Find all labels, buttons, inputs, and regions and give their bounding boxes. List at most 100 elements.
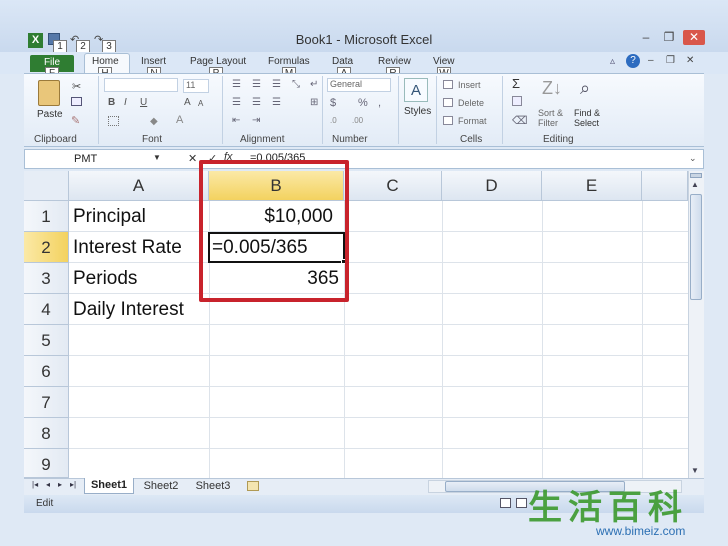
group-number: Number [332,134,368,145]
decrease-decimal-icon[interactable]: .00 [352,116,363,125]
scroll-up-icon[interactable]: ▲ [691,180,699,189]
sort-filter-icon[interactable]: Z↓ [542,78,562,99]
font-name-dropdown[interactable] [104,78,178,92]
styles-icon[interactable]: A [404,78,428,102]
tab-page-layout[interactable]: Page Layout [190,56,246,67]
format-cells-button[interactable]: Format [458,116,487,126]
merge-center-icon[interactable]: ⊞ [310,97,318,108]
decrease-indent-icon[interactable]: ⇤ [232,115,240,126]
row-header-8[interactable]: 8 [24,418,69,449]
minimize-ribbon-icon[interactable]: ▵ [610,56,615,67]
row-header-2[interactable]: 2 [24,232,69,263]
align-left-icon[interactable]: ☰ [232,97,241,108]
bold-button[interactable]: B [108,97,115,108]
minimize-button[interactable]: – [636,30,656,45]
borders-icon[interactable] [108,116,119,126]
delete-cells-icon[interactable] [443,98,453,107]
close-button[interactable]: ✕ [683,30,705,45]
bottom-align-icon[interactable]: ☰ [272,79,281,90]
cell-a4[interactable]: Daily Interest [73,294,184,325]
cell-a3[interactable]: Periods [73,263,137,294]
first-sheet-icon[interactable]: |◂ [32,480,38,489]
tab-data[interactable]: Data [332,56,353,67]
row-header-1[interactable]: 1 [24,201,69,232]
grow-font-icon[interactable]: A [184,97,191,108]
fill-color-icon[interactable]: ◆ [150,116,158,127]
scroll-thumb[interactable] [690,194,702,300]
cell-a1[interactable]: Principal [73,201,146,232]
row-header-4[interactable]: 4 [24,294,69,325]
row-header-9[interactable]: 9 [24,449,69,478]
help-icon[interactable]: ? [626,54,640,68]
sheet-tab-1[interactable]: Sheet1 [84,478,134,494]
increase-indent-icon[interactable]: ⇥ [252,115,260,126]
autosum-icon[interactable]: Σ [512,76,520,91]
name-box-dropdown-icon[interactable]: ▼ [153,153,161,162]
tab-view[interactable]: View [433,56,455,67]
normal-view-icon[interactable] [500,498,511,508]
workbook-restore-icon[interactable]: ❐ [666,55,675,66]
expand-formula-bar-icon[interactable]: ⌄ [689,153,697,164]
underline-button[interactable]: U [140,97,147,108]
sheet-tab-2[interactable]: Sheet2 [138,479,184,494]
copy-icon[interactable] [71,97,82,106]
percent-icon[interactable]: % [358,97,368,109]
row-header-7[interactable]: 7 [24,387,69,418]
insert-cells-icon[interactable] [443,80,453,89]
next-sheet-icon[interactable]: ▸ [58,480,62,489]
paste-button[interactable]: Paste [37,109,63,120]
split-box[interactable] [690,173,702,178]
sort-filter-button[interactable]: Sort & Filter [538,108,574,128]
prev-sheet-icon[interactable]: ◂ [46,480,50,489]
orientation-icon[interactable]: ⤡ [292,79,300,90]
italic-button[interactable]: I [124,97,127,108]
insert-cells-button[interactable]: Insert [458,80,481,90]
row-header-3[interactable]: 3 [24,263,69,294]
tab-insert[interactable]: Insert [141,56,166,67]
last-sheet-icon[interactable]: ▸| [70,480,76,489]
currency-icon[interactable]: $ [330,97,336,109]
align-right-icon[interactable]: ☰ [272,97,281,108]
align-center-icon[interactable]: ☰ [252,97,261,108]
column-header-e[interactable]: E [542,171,642,201]
name-box[interactable]: PMT [28,151,164,167]
format-painter-icon[interactable]: ✎ [71,114,80,127]
cut-icon[interactable]: ✂ [72,80,81,93]
fill-icon[interactable] [512,96,522,106]
cell-a2[interactable]: Interest Rate [73,232,182,263]
insert-sheet-icon[interactable] [247,481,259,491]
workbook-close-icon[interactable]: ✕ [686,55,694,66]
column-header-a[interactable]: A [69,171,209,201]
styles-button[interactable]: Styles [404,106,431,117]
select-all-button[interactable] [24,171,69,201]
column-header-c[interactable]: C [344,171,442,201]
row-header-6[interactable]: 6 [24,356,69,387]
formula-cancel-icon[interactable]: ✕ [188,152,197,165]
tab-review[interactable]: Review [378,56,411,67]
top-align-icon[interactable]: ☰ [232,79,241,90]
find-select-button[interactable]: Find & Select [574,108,610,128]
font-size-dropdown[interactable]: 11 [183,79,209,93]
shrink-font-icon[interactable]: A [198,99,203,108]
sheet-tab-3[interactable]: Sheet3 [190,479,236,494]
delete-cells-button[interactable]: Delete [458,98,484,108]
find-select-icon[interactable]: ⌕ [580,78,590,99]
middle-align-icon[interactable]: ☰ [252,79,261,90]
tab-formulas[interactable]: Formulas [268,56,310,67]
column-header-f[interactable] [642,171,688,201]
wrap-text-icon[interactable]: ↵ [310,79,318,90]
workbook-minimize-icon[interactable]: – [648,55,654,66]
page-layout-view-icon[interactable] [516,498,527,508]
paste-icon[interactable] [38,80,60,106]
tab-home[interactable]: Home [92,56,119,67]
row-header-5[interactable]: 5 [24,325,69,356]
font-color-icon[interactable]: A [176,114,183,126]
increase-decimal-icon[interactable]: .0 [330,116,337,125]
number-format-dropdown[interactable]: General [327,78,391,92]
comma-icon[interactable]: , [378,97,381,109]
scroll-down-icon[interactable]: ▼ [691,466,699,475]
restore-button[interactable]: ❐ [659,30,679,45]
format-cells-icon[interactable] [443,116,453,125]
column-header-d[interactable]: D [442,171,542,201]
clear-icon[interactable]: ⌫ [512,114,528,127]
